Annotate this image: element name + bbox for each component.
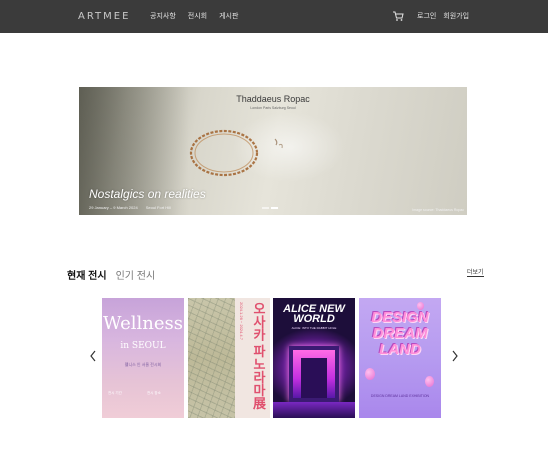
poster-title: DESIGN DREAM LAND xyxy=(371,309,429,358)
chevron-left-icon[interactable] xyxy=(89,350,97,362)
poster-floor xyxy=(273,402,355,418)
auth-links: 로그인 회원가입 xyxy=(417,11,469,21)
hero-title: Nostalgics on realities xyxy=(89,187,206,201)
poster-map-image xyxy=(188,298,235,418)
gallery-cities: London Paris Salzburg Seoul xyxy=(250,106,296,110)
more-link[interactable]: 더보기 xyxy=(467,267,484,277)
exhibition-poster-alice[interactable]: ALICE NEW WORLD ALICE: INTO THE RABBIT H… xyxy=(273,298,355,418)
tab-current-exhibitions[interactable]: 현재 전시 xyxy=(67,267,107,282)
poster-title: ALICE NEW WORLD xyxy=(283,303,345,325)
signup-link[interactable]: 회원가입 xyxy=(443,11,469,21)
nav-exhibitions[interactable]: 전시회 xyxy=(188,11,207,21)
exhibition-poster-design-dream-land[interactable]: DESIGN DREAM LAND DESIGN DREAM LAND EXHI… xyxy=(359,298,441,418)
hero-date: 29 January – 9 March 2024 xyxy=(89,205,138,210)
tab-popular-exhibitions[interactable]: 인기 전시 xyxy=(116,267,156,282)
hero-venue: Seoul Fort Hill xyxy=(145,205,171,210)
cart-icon[interactable] xyxy=(392,10,404,22)
top-navigation-bar: ARTMEE 공지사항 전시회 게시판 로그인 회원가입 xyxy=(0,0,548,33)
poster-subtitle: ALICE: INTO THE RABBIT HOLE xyxy=(291,326,337,330)
hero-dot[interactable] xyxy=(262,207,269,209)
poster-title: 오사카 파노라마展 xyxy=(251,302,266,410)
image-credit: Image source: Thaddaeus Ropac xyxy=(412,208,464,212)
exhibition-tabs: 현재 전시 인기 전시 xyxy=(67,267,155,282)
main-nav: 공지사항 전시회 게시판 xyxy=(150,11,238,21)
poster-subtitle: in SEOUL xyxy=(120,341,166,351)
poster-note-right: 전시 장소 xyxy=(147,391,161,395)
hero-meta: 29 January – 9 March 2024 Seoul Fort Hil… xyxy=(89,205,171,210)
poster-gate-image xyxy=(289,346,339,402)
nav-notices[interactable]: 공지사항 xyxy=(150,11,176,21)
poster-note-left: 전시 기간 xyxy=(108,391,122,395)
gate-opening xyxy=(301,358,327,398)
hero-banner[interactable]: Thaddaeus Ropac London Paris Salzburg Se… xyxy=(79,87,467,215)
gallery-name: Thaddaeus Ropac xyxy=(236,94,310,104)
hero-pagination xyxy=(262,207,278,209)
login-link[interactable]: 로그인 xyxy=(417,11,436,21)
poster-date: 2024.1.26 ~ 2024.4.7 xyxy=(239,302,244,340)
balloon-image xyxy=(425,376,434,387)
site-logo[interactable]: ARTMEE xyxy=(78,11,130,22)
balloon-image xyxy=(365,368,375,380)
exhibition-poster-wellness[interactable]: Wellness in SEOUL 웰니스 인 서울 전시회 전시 기간 전시 … xyxy=(102,298,184,418)
nav-board[interactable]: 게시판 xyxy=(219,11,238,21)
hero-dot-active[interactable] xyxy=(271,207,278,209)
poster-subtitle: DESIGN DREAM LAND EXHIBITION xyxy=(370,394,430,398)
chevron-right-icon[interactable] xyxy=(451,350,459,362)
exhibition-poster-osaka-panorama[interactable]: 2024.1.26 ~ 2024.4.7 오사카 파노라마展 xyxy=(188,298,270,418)
poster-info: 웰니스 인 서울 전시회 xyxy=(124,362,162,367)
poster-title: Wellness xyxy=(103,313,183,334)
